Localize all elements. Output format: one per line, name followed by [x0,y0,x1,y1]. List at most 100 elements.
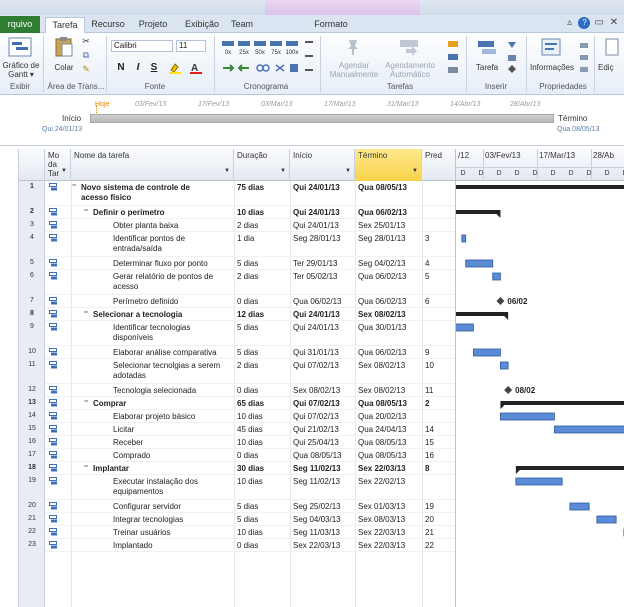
finish-cell[interactable]: Sex 22/03/13 [358,541,405,550]
row-id[interactable]: 1 [19,183,45,190]
row-id[interactable]: 7 [19,297,45,304]
finish-cell[interactable]: Qua 06/02/13 [358,297,406,306]
close-icon[interactable]: ✕ [608,17,620,28]
gantt-bars[interactable]: 06/0208/0208/0222/03 [456,181,624,607]
duration-cell[interactable]: 5 dias [237,348,258,357]
copy-icon[interactable]: ⧉ [80,51,92,60]
start-cell[interactable]: Seg 11/03/13 [293,528,340,537]
table-row[interactable]: 17 Comprado 0 dias Qua 08/05/13 Qua 08/05/13… [19,449,455,462]
task-name-cell[interactable]: Integrar tecnologias [113,515,232,525]
task-name-cell[interactable]: Novo sistema de controle de acesso físico [81,183,232,203]
task-bar[interactable] [473,348,501,357]
table-row[interactable]: 6 Gerar relatório de pontos de acesso 2 dia… [19,270,455,295]
predecessor-cell[interactable]: 16 [425,451,434,460]
task-name-cell[interactable]: Executar instalação dos equipamentos [113,477,232,497]
header-duration[interactable]: Duração ▼ [234,149,290,181]
row-id[interactable]: 8 [19,310,45,317]
task-name-cell[interactable]: Definir o perímetro [93,208,232,218]
row-id[interactable]: 22 [19,528,45,535]
tab-file[interactable]: rquivo [0,16,40,33]
task-name-cell[interactable]: Perímetro definido [113,297,232,307]
table-row[interactable]: 21 Integrar tecnologias 5 dias Seg 04/03/13… [19,513,455,526]
task-bar[interactable] [492,272,501,281]
pct-25[interactable]: 25x [236,49,252,58]
predecessor-cell[interactable]: 21 [425,528,434,537]
task-name-cell[interactable]: Implantar [93,464,232,474]
task-name-cell[interactable]: Implantado [113,541,232,551]
start-cell[interactable]: Qua 06/02/13 [293,297,341,306]
duration-cell[interactable]: 10 dias [237,412,263,421]
timeline-view[interactable]: Hoje 03/Fev/13 17/Fev/13 03/Mar/13 17/Ma… [0,96,624,146]
task-bar[interactable] [465,259,494,268]
task-name-cell[interactable]: Gerar relatório de pontos de acesso [113,272,232,292]
table-row[interactable]: 13 ⁻ Comprar 65 dias Qui 07/02/13 Qua 08/05/1… [19,397,455,410]
row-id[interactable]: 23 [19,541,45,548]
italic-button[interactable]: I [131,61,145,74]
tab-team[interactable]: Team [227,17,257,33]
duration-cell[interactable]: 5 dias [237,502,258,511]
task-tools-icons[interactable] [446,39,462,75]
minimize-ribbon-icon[interactable]: ▵ [564,17,576,28]
task-name-cell[interactable]: Identificar pontos de entrada/saída [113,234,232,254]
predecessor-cell[interactable]: 20 [425,515,434,524]
start-cell[interactable]: Qui 31/01/13 [293,348,339,357]
task-bar[interactable] [554,425,624,434]
table-row[interactable]: 5 Determinar fluxo por ponto 5 dias Ter 29/… [19,257,455,270]
link-tasks-icons[interactable] [220,61,300,75]
task-name-cell[interactable]: Configurar servidor [113,502,232,512]
task-name-cell[interactable]: Treinar usuários [113,528,232,538]
duration-cell[interactable]: 5 dias [237,515,258,524]
finish-cell[interactable]: Qua 06/02/13 [358,208,407,217]
table-row[interactable]: 7 Perímetro definido 0 dias Qua 06/02/13 Qua… [19,295,455,308]
tab-format[interactable]: Formato [296,17,366,33]
duration-cell[interactable]: 30 dias [237,464,264,473]
insert-task-button[interactable]: Tarefa [472,63,502,72]
tab-task[interactable]: Tarefa [45,17,85,34]
start-cell[interactable]: Seg 25/02/13 [293,502,341,511]
finish-cell[interactable]: Qua 30/01/13 [358,323,406,332]
font-size-combo[interactable]: 11 [176,40,206,52]
start-cell[interactable]: Qui 07/02/13 [293,399,340,408]
row-id[interactable]: 21 [19,515,45,522]
task-name-cell[interactable]: Licitar [113,425,232,435]
predecessor-cell[interactable]: 4 [425,259,429,268]
start-cell[interactable]: Qui 24/01/13 [293,208,340,217]
format-painter-icon[interactable]: ✎ [80,65,92,74]
duration-cell[interactable]: 0 dias [237,386,258,395]
duration-cell[interactable]: 10 dias [237,208,264,217]
table-row[interactable]: 23 Implantado 0 dias Sex 22/03/13 Sex 22/03/… [19,539,455,552]
bold-button[interactable]: N [114,61,128,74]
task-bar[interactable] [569,502,590,511]
cut-icon[interactable]: ✂ [80,37,92,46]
task-name-cell[interactable]: Determinar fluxo por ponto [113,259,232,269]
duration-cell[interactable]: 10 dias [237,528,263,537]
row-id[interactable]: 12 [19,386,45,393]
finish-cell[interactable]: Qua 20/02/13 [358,412,406,421]
duration-cell[interactable]: 1 dia [237,234,254,243]
milestone-marker[interactable] [504,386,513,394]
gantt-chart[interactable]: /12 03/Fev/13 17/Mar/13 28/Ab DDDDDDDDDD… [455,149,624,607]
predecessor-cell[interactable]: 14 [425,425,434,434]
predecessor-cell[interactable]: 9 [425,348,429,357]
row-id[interactable]: 11 [19,361,45,368]
table-row[interactable]: 14 Elaborar projeto básico 10 dias Qui 07/0… [19,410,455,423]
task-name-cell[interactable]: Receber [113,438,232,448]
tab-view[interactable]: Exibição [180,17,224,33]
header-predecessors[interactable]: Pred [422,149,455,181]
task-name-cell[interactable]: Tecnologia selecionada [113,386,232,396]
header-task-mode[interactable]: Mo da Tar ▼ [45,149,71,181]
finish-cell[interactable]: Qua 08/05/13 [358,451,406,460]
tab-resource[interactable]: Recurso [88,17,128,33]
finish-cell[interactable]: Sex 22/02/13 [358,477,405,486]
duration-cell[interactable]: 0 dias [237,297,258,306]
task-name-cell[interactable]: Comprado [113,451,232,461]
table-row[interactable]: 19 Executar instalação dos equipamentos 10 … [19,475,455,500]
predecessor-cell[interactable]: 2 [425,399,429,408]
finish-cell[interactable]: Qua 08/05/13 [358,399,407,408]
start-cell[interactable]: Seg 11/02/13 [293,464,341,473]
table-row[interactable]: 2 ⁻ Definir o perímetro 10 dias Qui 24/01/13… [19,206,455,219]
start-cell[interactable]: Sex 22/03/13 [293,541,340,550]
duration-cell[interactable]: 10 dias [237,438,263,447]
task-bar[interactable] [596,515,617,524]
duration-cell[interactable]: 12 dias [237,310,264,319]
